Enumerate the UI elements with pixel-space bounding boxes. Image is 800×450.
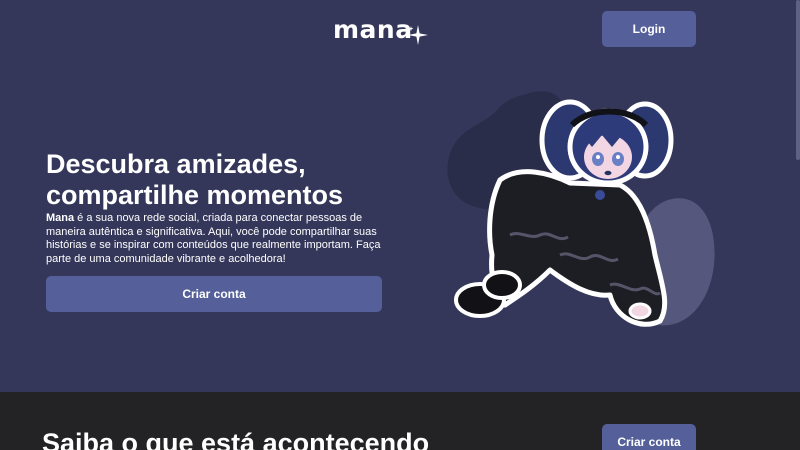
hero-title-line1: Descubra amizades, (46, 149, 306, 179)
hero-description: Mana é a sua nova rede social, criada pa… (46, 212, 396, 266)
hero-description-text: é a sua nova rede social, criada para co… (46, 212, 381, 265)
hero-title: Descubra amizades, compartilhe momentos (46, 149, 406, 211)
hero-title-line2: compartilhe momentos (46, 180, 344, 210)
create-account-button-secondary[interactable]: Criar conta (602, 424, 696, 450)
character-illustration (447, 91, 715, 327)
scrollbar[interactable] (796, 0, 800, 160)
brand-name: Mana (46, 212, 75, 224)
sparkle-icon (408, 25, 428, 45)
section-title: Saiba o que está acontecendo (42, 428, 430, 450)
login-button[interactable]: Login (602, 11, 696, 47)
create-account-button[interactable]: Criar conta (46, 276, 382, 312)
logo[interactable]: mana (333, 15, 413, 44)
landing-page: mana Login Descubra amizades, compartilh… (0, 0, 800, 450)
